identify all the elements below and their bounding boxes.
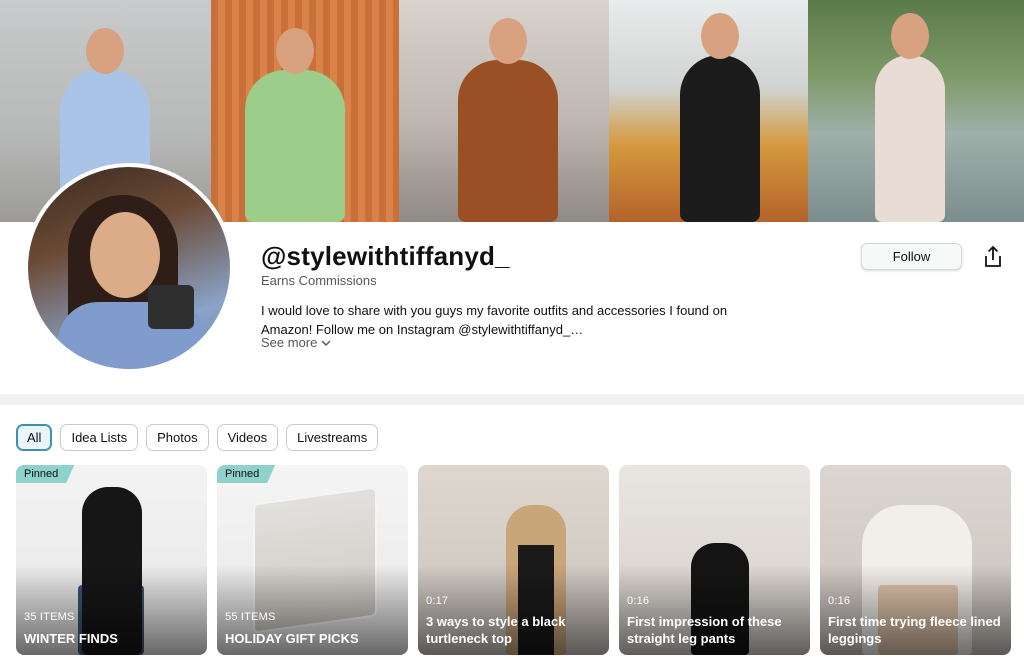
filter-chip-idea-lists[interactable]: Idea Lists — [60, 424, 139, 451]
profile-handle: @stylewithtiffanyd_ — [261, 241, 510, 271]
creator-storefront-page: @stylewithtiffanyd_ Earns Commissions I … — [0, 0, 1024, 661]
see-more-label: See more — [261, 335, 318, 350]
item-count: 35 ITEMS — [24, 611, 75, 623]
tile-title: First time trying fleece lined leggings — [828, 614, 1001, 646]
filter-chip-photos[interactable]: Photos — [146, 424, 209, 451]
item-count: 55 ITEMS — [225, 611, 276, 623]
pinned-badge: Pinned — [217, 465, 276, 483]
filter-chips: All Idea Lists Photos Videos Livestreams — [16, 424, 379, 451]
video-duration: 0:16 — [627, 595, 650, 607]
tile-title: First impression of these straight leg p… — [627, 614, 782, 646]
banner-figure — [875, 7, 945, 222]
banner-figure — [458, 12, 558, 222]
video-duration: 0:16 — [828, 595, 851, 607]
tile-title: HOLIDAY GIFT PICKS — [225, 631, 359, 646]
filter-chip-all[interactable]: All — [16, 424, 53, 451]
content-tiles: Pinned 35 ITEMS WINTER FINDS Pinned 55 I… — [16, 465, 1011, 655]
follow-button[interactable]: Follow — [861, 243, 962, 270]
banner-figure — [680, 7, 760, 222]
earns-commissions-label: Earns Commissions — [261, 273, 377, 288]
chevron-down-icon — [321, 340, 331, 346]
share-icon[interactable] — [982, 245, 1004, 269]
video-tile[interactable]: 0:16 First time trying fleece lined legg… — [820, 465, 1011, 655]
avatar — [24, 163, 234, 373]
banner-figure — [245, 22, 345, 222]
see-more-link[interactable]: See more — [261, 335, 331, 350]
idea-list-tile[interactable]: Pinned 35 ITEMS WINTER FINDS — [16, 465, 207, 655]
filter-chip-livestreams[interactable]: Livestreams — [286, 424, 379, 451]
tile-title: WINTER FINDS — [24, 631, 118, 646]
video-duration: 0:17 — [426, 595, 449, 607]
idea-list-tile[interactable]: Pinned 55 ITEMS HOLIDAY GIFT PICKS — [217, 465, 408, 655]
tile-title: 3 ways to style a black turtleneck top — [426, 614, 566, 646]
video-tile[interactable]: 0:16 First impression of these straight … — [619, 465, 810, 655]
pinned-badge: Pinned — [16, 465, 75, 483]
video-tile[interactable]: 0:17 3 ways to style a black turtleneck … — [418, 465, 609, 655]
filter-chip-videos[interactable]: Videos — [216, 424, 279, 451]
profile-bio: I would love to share with you guys my f… — [261, 303, 728, 337]
